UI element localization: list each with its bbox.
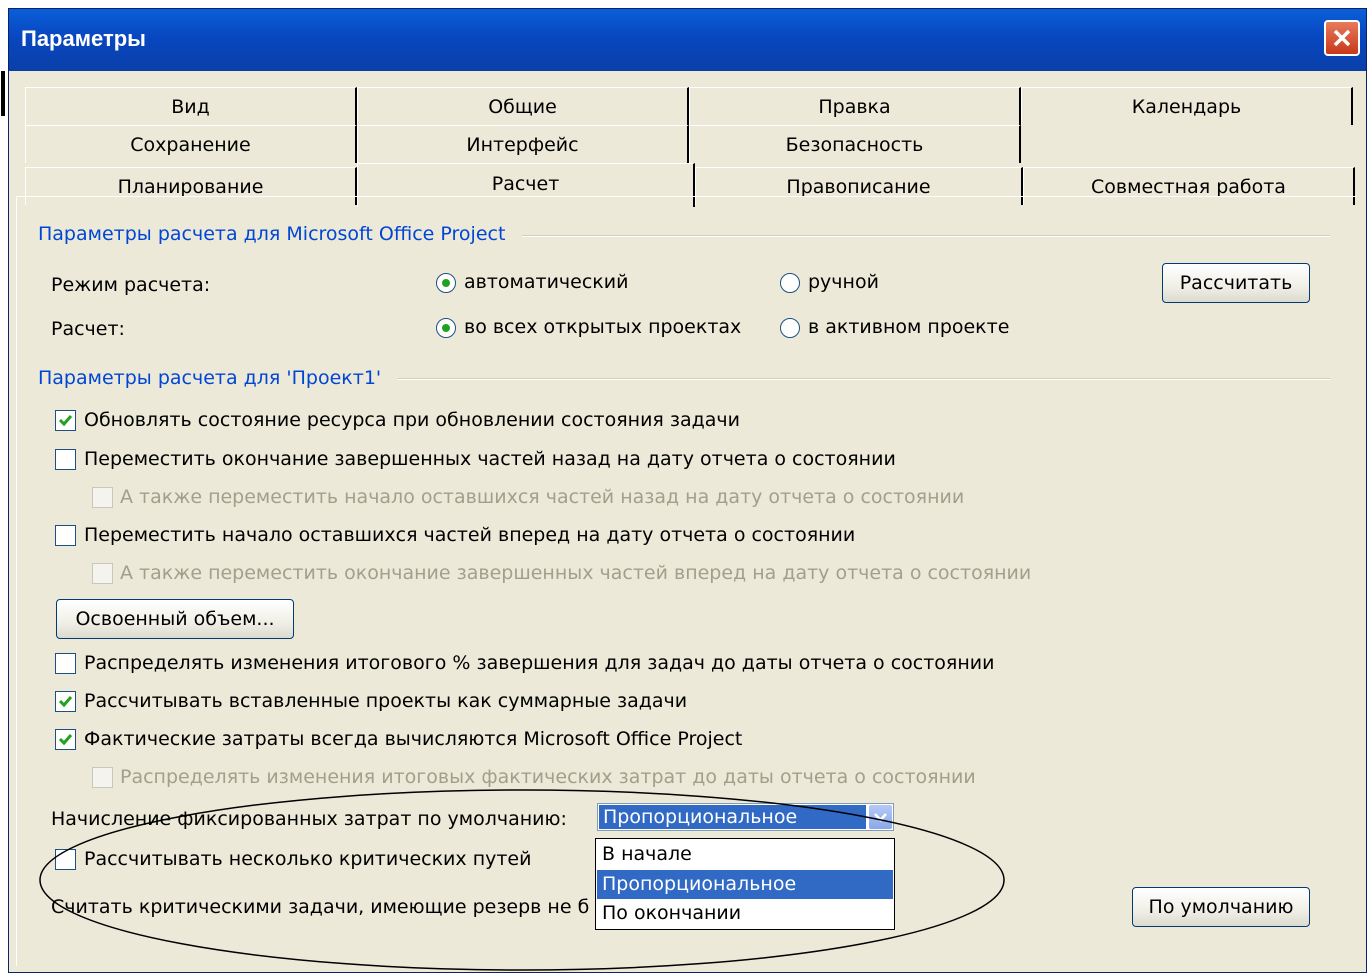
check-icon <box>58 415 73 427</box>
chevron-down-icon <box>874 813 887 822</box>
radio-active-project[interactable] <box>780 318 800 338</box>
checkbox-move-end-forward-label[interactable]: А также переместить окончание завершенны… <box>120 562 1031 584</box>
radio-auto-label[interactable]: автоматический <box>464 271 628 293</box>
tab-security[interactable]: Безопасность <box>689 125 1021 163</box>
checkbox-actual-costs-label[interactable]: Фактические затраты всегда вычисляются M… <box>84 728 742 750</box>
radio-manual[interactable] <box>780 273 800 293</box>
checkbox-move-end-forward[interactable] <box>92 563 113 584</box>
close-icon <box>1333 29 1351 47</box>
close-button[interactable] <box>1324 20 1360 56</box>
group-title-project: Параметры расчета для 'Проект1' <box>38 367 382 389</box>
checkbox-move-start-back-label[interactable]: А также переместить начало оставшихся ча… <box>120 486 964 508</box>
calc-mode-label: Режим расчета: <box>51 274 211 296</box>
checkbox-spread-percent-label[interactable]: Распределять изменения итогового % завер… <box>84 652 994 674</box>
radio-auto[interactable] <box>436 273 456 293</box>
calculate-button[interactable]: Рассчитать <box>1162 263 1310 303</box>
dropdown-option-end[interactable]: По окончании <box>597 899 893 928</box>
window-title: Параметры <box>21 26 146 51</box>
checkbox-actual-costs[interactable] <box>55 729 76 750</box>
checkbox-multiple-critical[interactable] <box>55 849 76 870</box>
dropdown-option-prorated[interactable]: Пропорциональное <box>597 870 893 899</box>
tab-save[interactable]: Сохранение <box>25 125 357 163</box>
fixed-cost-label: Начисление фиксированных затрат по умолч… <box>51 808 567 830</box>
checkbox-move-start-forward[interactable] <box>55 525 76 546</box>
checkbox-move-start-forward-label[interactable]: Переместить начало оставшихся частей впе… <box>84 524 855 546</box>
checkbox-update-resource-label[interactable]: Обновлять состояние ресурса при обновлен… <box>84 409 740 431</box>
checkbox-inserted-summary[interactable] <box>55 691 76 712</box>
radio-all-projects[interactable] <box>436 318 456 338</box>
radio-all-projects-label[interactable]: во всех открытых проектах <box>464 316 741 338</box>
tab-general[interactable]: Общие <box>357 87 689 125</box>
fixed-cost-dropdown-list: В начале Пропорциональное По окончании <box>595 838 895 930</box>
group-divider <box>522 235 1330 237</box>
tab-strip: Вид Общие Правка Календарь Сохранение Ин… <box>25 87 1363 211</box>
tab-edit[interactable]: Правка <box>689 87 1021 125</box>
tab-calendar[interactable]: Календарь <box>1021 87 1353 125</box>
tab-interface[interactable]: Интерфейс <box>357 125 689 163</box>
checkbox-spread-actual-costs[interactable] <box>92 767 113 788</box>
dropdown-option-start[interactable]: В начале <box>597 840 893 869</box>
checkbox-spread-actual-costs-label[interactable]: Распределять изменения итоговых фактичес… <box>120 766 976 788</box>
fixed-cost-value[interactable]: Пропорциональное <box>599 805 866 829</box>
checkbox-update-resource[interactable] <box>55 410 76 431</box>
radio-manual-label[interactable]: ручной <box>808 271 879 293</box>
checkbox-move-start-back[interactable] <box>92 487 113 508</box>
title-bar[interactable]: Параметры <box>9 9 1366 71</box>
checkbox-move-end-back-label[interactable]: Переместить окончание завершенных частей… <box>84 448 896 470</box>
window-edge <box>1 71 5 116</box>
default-button[interactable]: По умолчанию <box>1132 887 1310 927</box>
radio-active-project-label[interactable]: в активном проекте <box>808 316 1009 338</box>
tab-view[interactable]: Вид <box>25 87 357 125</box>
dropdown-arrow-button[interactable] <box>869 805 892 829</box>
checkbox-multiple-critical-label[interactable]: Рассчитывать несколько критических путей <box>84 848 531 870</box>
check-icon <box>58 696 73 708</box>
checkbox-inserted-summary-label[interactable]: Рассчитывать вставленные проекты как сум… <box>84 690 687 712</box>
checkbox-move-end-back[interactable] <box>55 449 76 470</box>
earned-value-button[interactable]: Освоенный объем... <box>56 599 294 639</box>
checkbox-spread-percent[interactable] <box>55 653 76 674</box>
group-title-application: Параметры расчета для Microsoft Office P… <box>38 223 506 245</box>
calc-label: Расчет: <box>51 318 125 340</box>
check-icon <box>58 734 73 746</box>
group-divider-2 <box>398 378 1330 380</box>
critical-slack-label: Считать критическими задачи, имеющие рез… <box>51 896 590 918</box>
fixed-cost-select[interactable]: Пропорциональное <box>597 803 894 831</box>
